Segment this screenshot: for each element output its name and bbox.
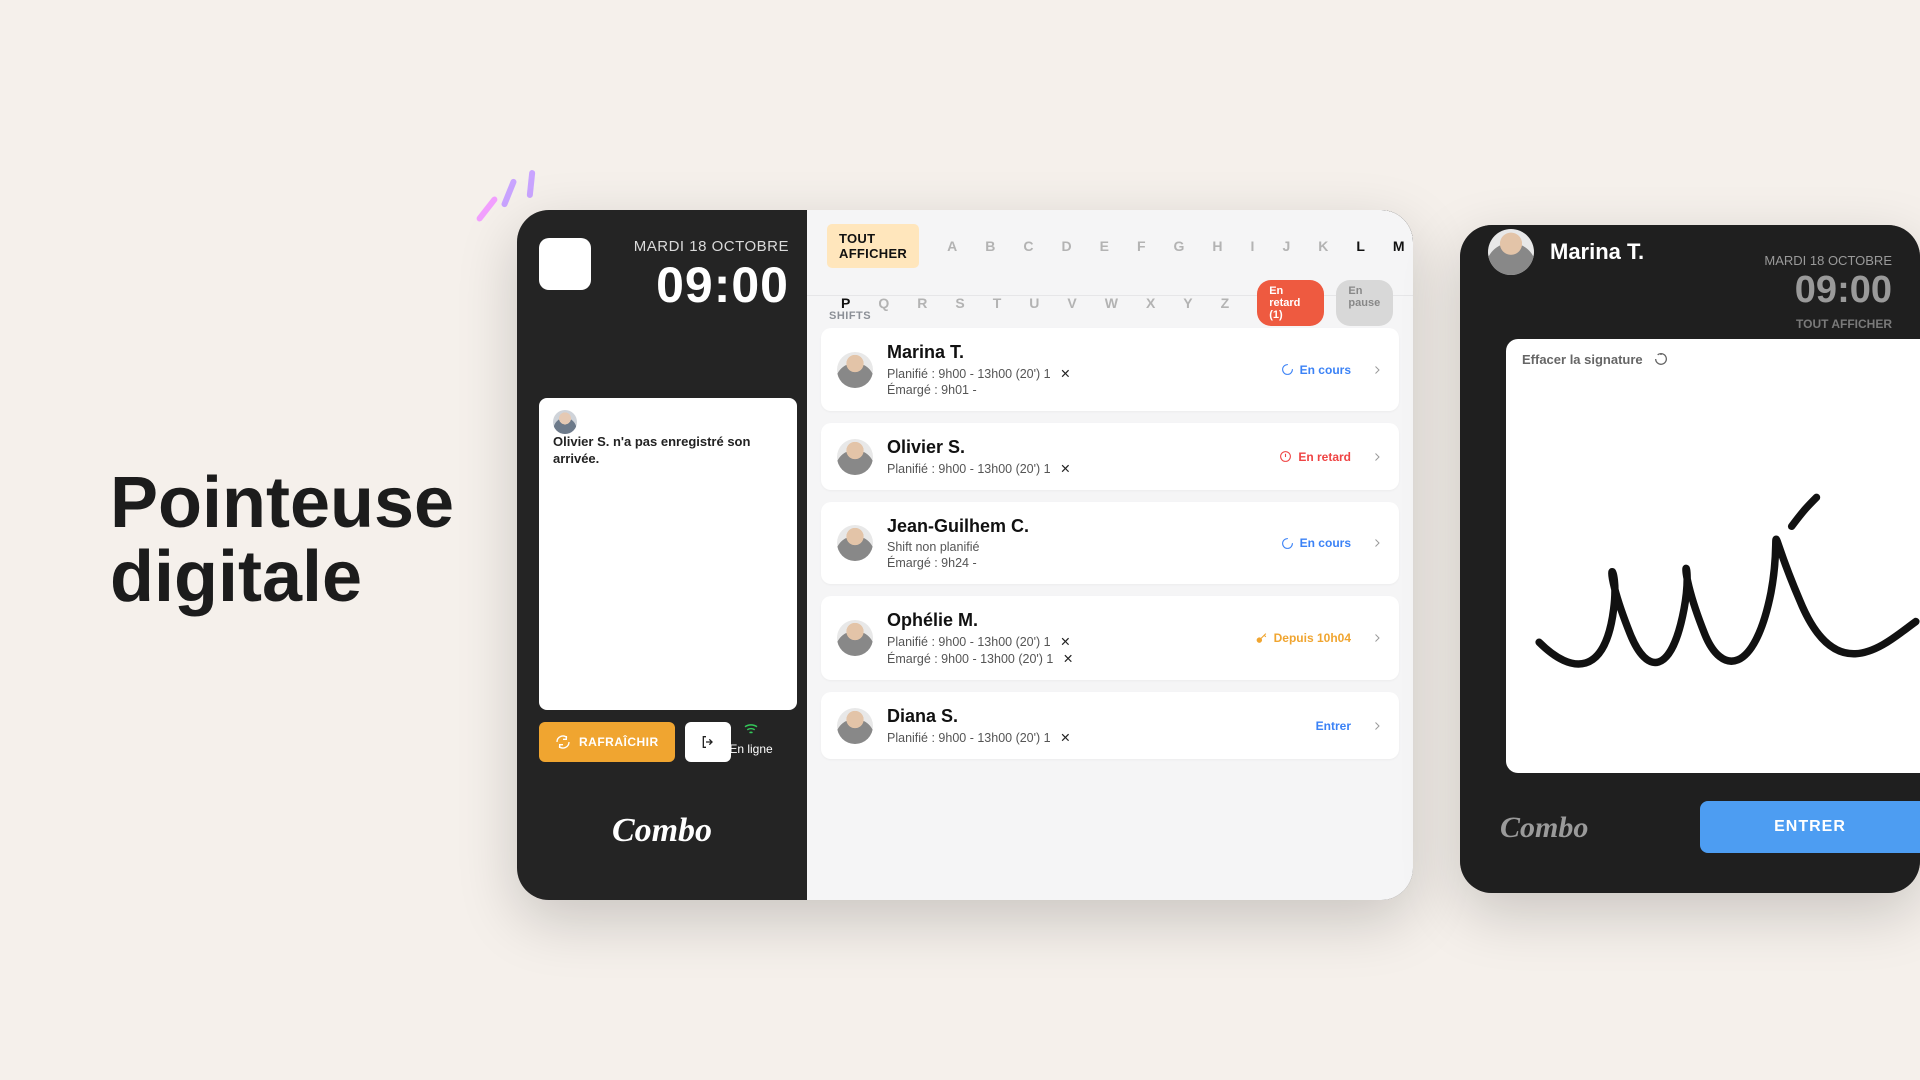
- alpha-letter-D[interactable]: D: [1062, 238, 1072, 254]
- tab-show-all[interactable]: TOUT AFFICHER: [827, 224, 919, 268]
- avatar: [553, 410, 577, 434]
- employee-name: Marina T.: [887, 342, 1257, 363]
- shift-card[interactable]: Marina T. Planifié : 9h00 - 13h00 (20') 1…: [821, 328, 1399, 411]
- enter-button[interactable]: ENTRER: [1700, 801, 1920, 853]
- alpha-letter-K[interactable]: K: [1318, 238, 1328, 254]
- alpha-letter-J[interactable]: J: [1282, 238, 1290, 254]
- hero-line1: Pointeuse: [110, 463, 454, 543]
- user-name: Marina T.: [1550, 239, 1644, 265]
- alpha-letter-C[interactable]: C: [1023, 238, 1033, 254]
- refresh-button[interactable]: RAFRAÎCHIR: [539, 722, 675, 762]
- brand-logo: Combo: [1500, 811, 1588, 845]
- tab-show-all-dim: TOUT AFFICHER: [1796, 317, 1892, 331]
- avatar: [837, 352, 873, 388]
- employee-name: Diana S.: [887, 706, 1273, 727]
- signature-panel: Effacer la signature: [1506, 339, 1920, 773]
- avatar: [837, 620, 873, 656]
- refresh-label: RAFRAÎCHIR: [579, 735, 659, 749]
- employee-name: Ophélie M.: [887, 610, 1231, 631]
- current-time: 09:00: [656, 256, 789, 314]
- alpha-letter-B[interactable]: B: [985, 238, 995, 254]
- shift-planned: Planifié : 9h00 - 13h00 (20') 1 ✕: [887, 730, 1273, 745]
- refresh-icon: [555, 734, 571, 750]
- hero-line2: digitale: [110, 537, 362, 617]
- shift-card[interactable]: Ophélie M. Planifié : 9h00 - 13h00 (20') …: [821, 596, 1399, 680]
- signature-device: MARDI 18 OCTOBRE 09:00 TOUT AFFICHER Mar…: [1460, 225, 1920, 893]
- alpha-letter-S[interactable]: S: [955, 295, 964, 311]
- alpha-letter-Y[interactable]: Y: [1183, 295, 1192, 311]
- online-label: En ligne: [729, 742, 772, 756]
- signature-stroke: [1506, 379, 1920, 773]
- status-badge: En cours: [1271, 531, 1361, 555]
- alpha-letter-W[interactable]: W: [1105, 295, 1118, 311]
- shift-clocked: Émargé : 9h24 -: [887, 556, 1257, 570]
- timeclock-device: MARDI 18 OCTOBRE 09:00 Olivier S. n'a pa…: [517, 210, 1413, 900]
- status-badge: En cours: [1271, 358, 1361, 382]
- alpha-letter-G[interactable]: G: [1174, 238, 1185, 254]
- status-badge: Entrer: [1287, 714, 1361, 738]
- shift-card[interactable]: Jean-Guilhem C. Shift non planifié Émargé …: [821, 502, 1399, 584]
- logout-icon: [700, 734, 716, 750]
- alpha-letter-R[interactable]: R: [917, 295, 927, 311]
- alpha-letter-F[interactable]: F: [1137, 238, 1146, 254]
- chevron-right-icon: [1371, 364, 1383, 376]
- alpha-letter-L[interactable]: L: [1356, 238, 1365, 254]
- hero-title: Pointeuse digitale: [110, 466, 454, 614]
- status-badge: Depuis 10h04: [1245, 626, 1361, 650]
- chevron-right-icon: [1371, 632, 1383, 644]
- avatar: [837, 525, 873, 561]
- alpha-letter-U[interactable]: U: [1029, 295, 1039, 311]
- alpha-letter-Q[interactable]: Q: [878, 295, 889, 311]
- shift-clocked: Émargé : 9h00 - 13h00 (20') 1 ✕: [887, 651, 1231, 666]
- online-status: En ligne: [723, 720, 779, 756]
- chip-pause[interactable]: En pause: [1336, 280, 1393, 326]
- clear-signature-label: Effacer la signature: [1522, 352, 1643, 367]
- enter-label: ENTRER: [1774, 818, 1846, 836]
- chevron-right-icon: [1371, 451, 1383, 463]
- current-date: MARDI 18 OCTOBRE: [634, 238, 789, 255]
- avatar: [1488, 229, 1534, 275]
- clear-signature-button[interactable]: Effacer la signature: [1506, 339, 1920, 379]
- notification-card: Olivier S. n'a pas enregistré son arrivé…: [539, 398, 797, 710]
- alpha-letter-H[interactable]: H: [1212, 238, 1222, 254]
- shift-clocked: Émargé : 9h01 -: [887, 383, 1257, 397]
- alpha-letter-I[interactable]: I: [1251, 238, 1255, 254]
- wifi-icon: [742, 720, 760, 738]
- app-logo: [539, 238, 591, 290]
- shift-card[interactable]: Diana S. Planifié : 9h00 - 13h00 (20') 1 …: [821, 692, 1399, 759]
- brand-logo: Combo: [517, 812, 807, 850]
- alpha-letter-X[interactable]: X: [1146, 295, 1155, 311]
- avatar: [837, 708, 873, 744]
- shift-planned: Shift non planifié: [887, 540, 1257, 554]
- alpha-letter-M[interactable]: M: [1393, 238, 1405, 254]
- reload-icon: [1653, 351, 1669, 367]
- alpha-letter-P[interactable]: P: [841, 295, 850, 311]
- notification-text: Olivier S. n'a pas enregistré son arrivé…: [553, 434, 753, 468]
- shift-planned: Planifié : 9h00 - 13h00 (20') 1 ✕: [887, 461, 1255, 476]
- alpha-letter-E[interactable]: E: [1100, 238, 1109, 254]
- chip-late[interactable]: En retard (1): [1257, 280, 1324, 326]
- chevron-right-icon: [1371, 720, 1383, 732]
- alpha-letter-Z[interactable]: Z: [1221, 295, 1230, 311]
- shift-planned: Planifié : 9h00 - 13h00 (20') 1 ✕: [887, 366, 1257, 381]
- alpha-letter-T[interactable]: T: [993, 295, 1002, 311]
- user-header: Marina T.: [1460, 225, 1920, 279]
- alpha-letter-V[interactable]: V: [1067, 295, 1076, 311]
- filter-bar: TOUT AFFICHER ABCDEFGHIJKLMNO PQRSTUVWXY…: [807, 210, 1413, 296]
- chevron-right-icon: [1371, 537, 1383, 549]
- employee-name: Jean-Guilhem C.: [887, 516, 1257, 537]
- employee-name: Olivier S.: [887, 437, 1255, 458]
- alpha-letter-A[interactable]: A: [947, 238, 957, 254]
- shift-card[interactable]: Olivier S. Planifié : 9h00 - 13h00 (20') …: [821, 423, 1399, 490]
- shift-planned: Planifié : 9h00 - 13h00 (20') 1 ✕: [887, 634, 1231, 649]
- signature-canvas[interactable]: [1506, 379, 1920, 773]
- avatar: [837, 439, 873, 475]
- status-badge: En retard: [1269, 445, 1361, 469]
